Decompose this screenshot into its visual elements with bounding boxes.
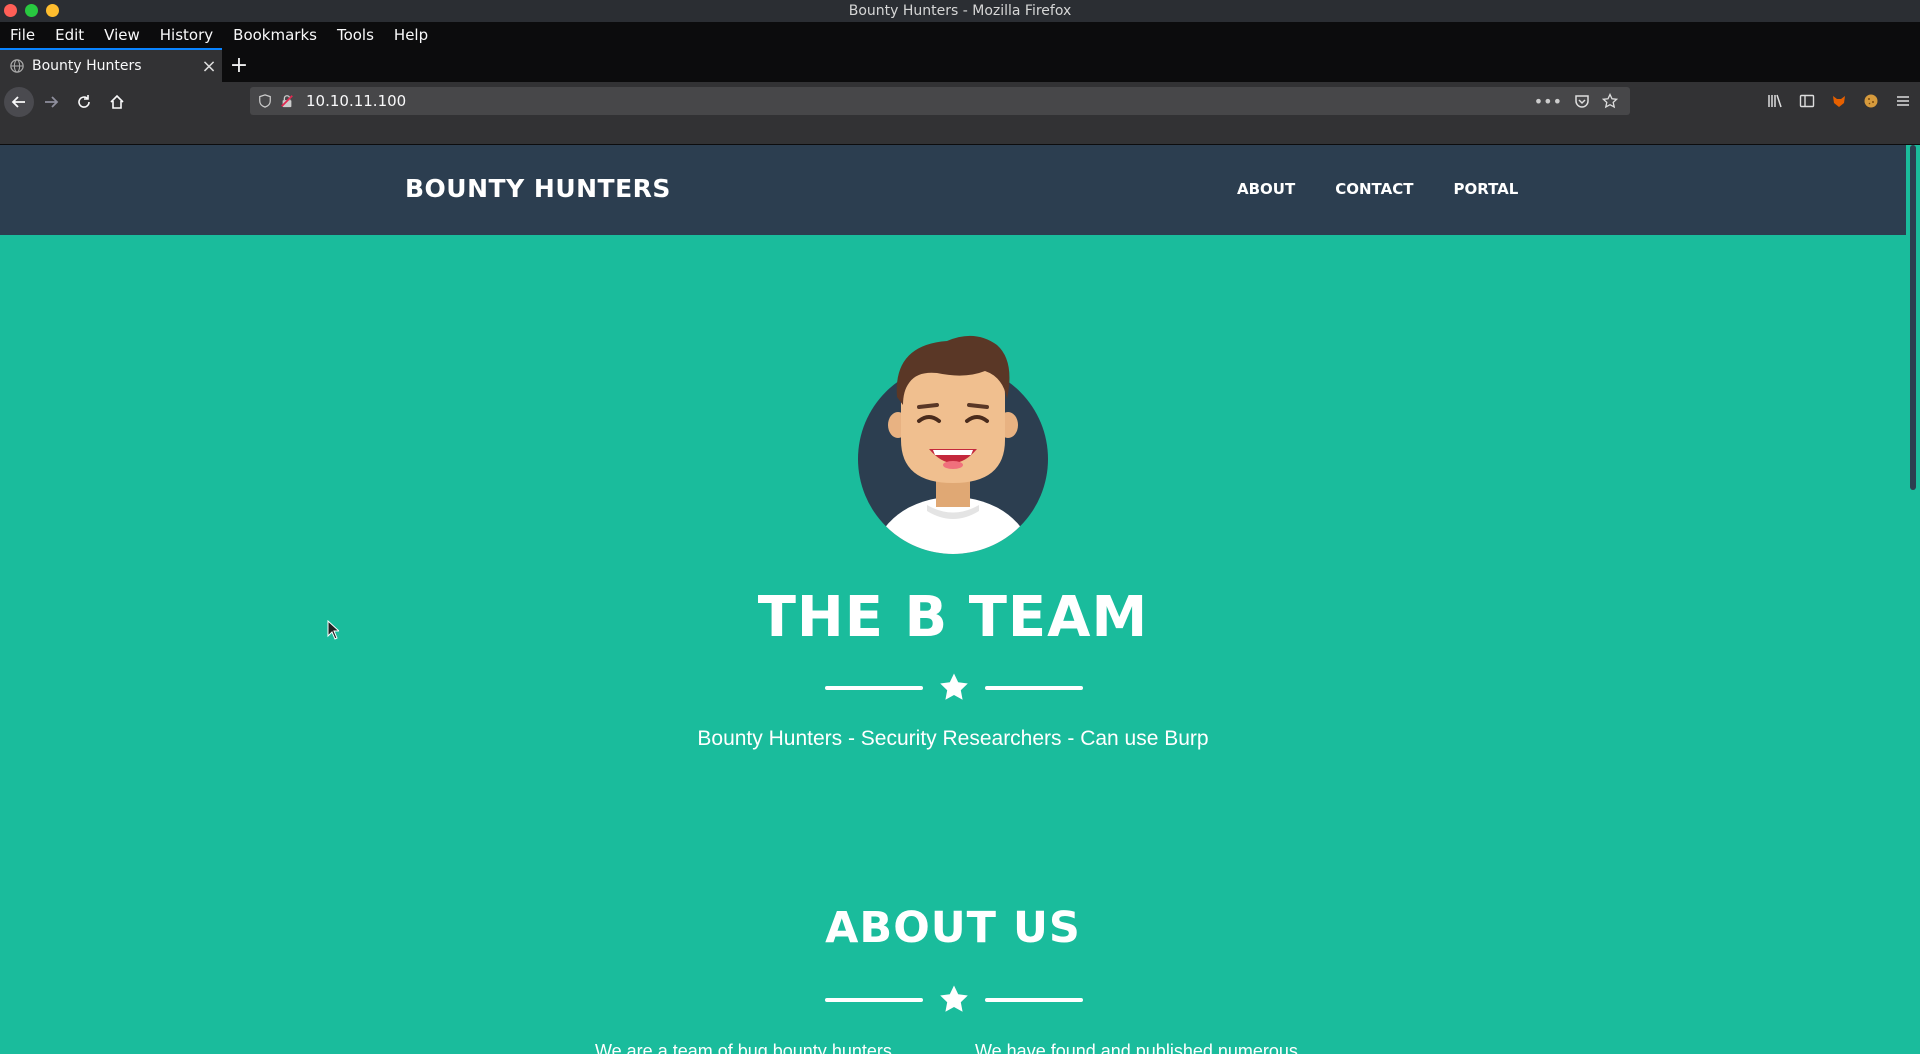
- window-minimize-button[interactable]: [25, 4, 38, 17]
- about-text-right: We have found and published numerous: [975, 1041, 1298, 1054]
- cookie-icon: [1864, 94, 1878, 108]
- bookmark-star-icon[interactable]: [1602, 93, 1618, 109]
- cookie-editor-button[interactable]: [1860, 88, 1882, 114]
- hero-subtitle: Bounty Hunters - Security Researchers - …: [697, 727, 1209, 750]
- nav-link-contact[interactable]: CONTACT: [1330, 180, 1418, 198]
- sidebar-button[interactable]: [1796, 88, 1818, 114]
- reload-icon: [78, 95, 90, 108]
- nav-link-about[interactable]: ABOUT: [1232, 180, 1300, 198]
- home-button[interactable]: [101, 86, 133, 118]
- star-icon: [940, 673, 968, 700]
- about-divider: [825, 984, 1083, 1014]
- window-close-button[interactable]: [4, 4, 17, 17]
- menubar: File Edit View History Bookmarks Tools H…: [0, 22, 1920, 48]
- foxyproxy-button[interactable]: [1828, 88, 1850, 114]
- home-icon: [110, 94, 124, 109]
- tab-close-icon[interactable]: ×: [196, 56, 222, 77]
- page-scrollbar[interactable]: [1906, 145, 1920, 1054]
- page-actions-icon[interactable]: •••: [1534, 92, 1562, 111]
- sidebar-icon: [1799, 94, 1815, 108]
- app-menu-button[interactable]: [1892, 88, 1914, 114]
- tab-strip: Bounty Hunters × +: [0, 48, 1920, 82]
- site-brand[interactable]: BOUNTY HUNTERS: [405, 174, 671, 203]
- tab-bounty-hunters[interactable]: Bounty Hunters ×: [0, 48, 222, 82]
- menu-tools[interactable]: Tools: [327, 26, 384, 44]
- menu-help[interactable]: Help: [384, 26, 438, 44]
- shield-icon[interactable]: [258, 94, 272, 108]
- back-button[interactable]: [4, 87, 34, 117]
- scrollbar-thumb[interactable]: [1910, 145, 1916, 490]
- reload-button[interactable]: [68, 86, 100, 118]
- arrow-left-icon: [11, 96, 25, 108]
- window-title: Bounty Hunters - Mozilla Firefox: [848, 3, 1072, 19]
- menu-bookmarks[interactable]: Bookmarks: [223, 26, 327, 44]
- nav-link-portal[interactable]: PORTAL: [1448, 180, 1523, 198]
- fox-icon: [1833, 96, 1845, 107]
- plus-icon: +: [229, 52, 249, 78]
- insecure-lock-icon[interactable]: [280, 94, 294, 108]
- url-bar[interactable]: 10.10.11.100 •••: [250, 87, 1630, 115]
- forward-button[interactable]: [35, 86, 67, 118]
- new-tab-button[interactable]: +: [222, 48, 256, 82]
- tab-title: Bounty Hunters: [32, 58, 142, 74]
- navigation-toolbar: 10.10.11.100 •••: [0, 82, 1920, 122]
- hamburger-icon: [1897, 96, 1909, 106]
- hero-divider: [825, 672, 1083, 702]
- url-text[interactable]: 10.10.11.100: [306, 92, 1534, 110]
- window-maximize-button[interactable]: [46, 4, 59, 17]
- library-button[interactable]: [1764, 88, 1786, 114]
- menu-history[interactable]: History: [150, 26, 223, 44]
- pocket-icon[interactable]: [1574, 93, 1590, 109]
- arrow-right-icon: [45, 96, 59, 108]
- toolbar-spacer: [0, 122, 1920, 145]
- window-titlebar: Bounty Hunters - Mozilla Firefox: [0, 0, 1920, 22]
- hero-title: THE B TEAM: [757, 585, 1149, 650]
- about-heading: ABOUT US: [825, 903, 1081, 953]
- library-icon: [1768, 94, 1782, 108]
- menu-file[interactable]: File: [0, 26, 45, 44]
- menu-view[interactable]: View: [94, 26, 150, 44]
- mouse-cursor-icon: [327, 620, 339, 640]
- avatar-image: [858, 335, 1048, 554]
- menu-edit[interactable]: Edit: [45, 26, 94, 44]
- page-viewport: BOUNTY HUNTERS ABOUT CONTACT PORTAL THE …: [0, 145, 1906, 1054]
- about-text-left: We are a team of bug bounty hunters: [595, 1041, 892, 1054]
- star-icon: [940, 985, 968, 1012]
- site-navbar: BOUNTY HUNTERS ABOUT CONTACT PORTAL: [0, 145, 1906, 235]
- globe-icon: [10, 59, 24, 73]
